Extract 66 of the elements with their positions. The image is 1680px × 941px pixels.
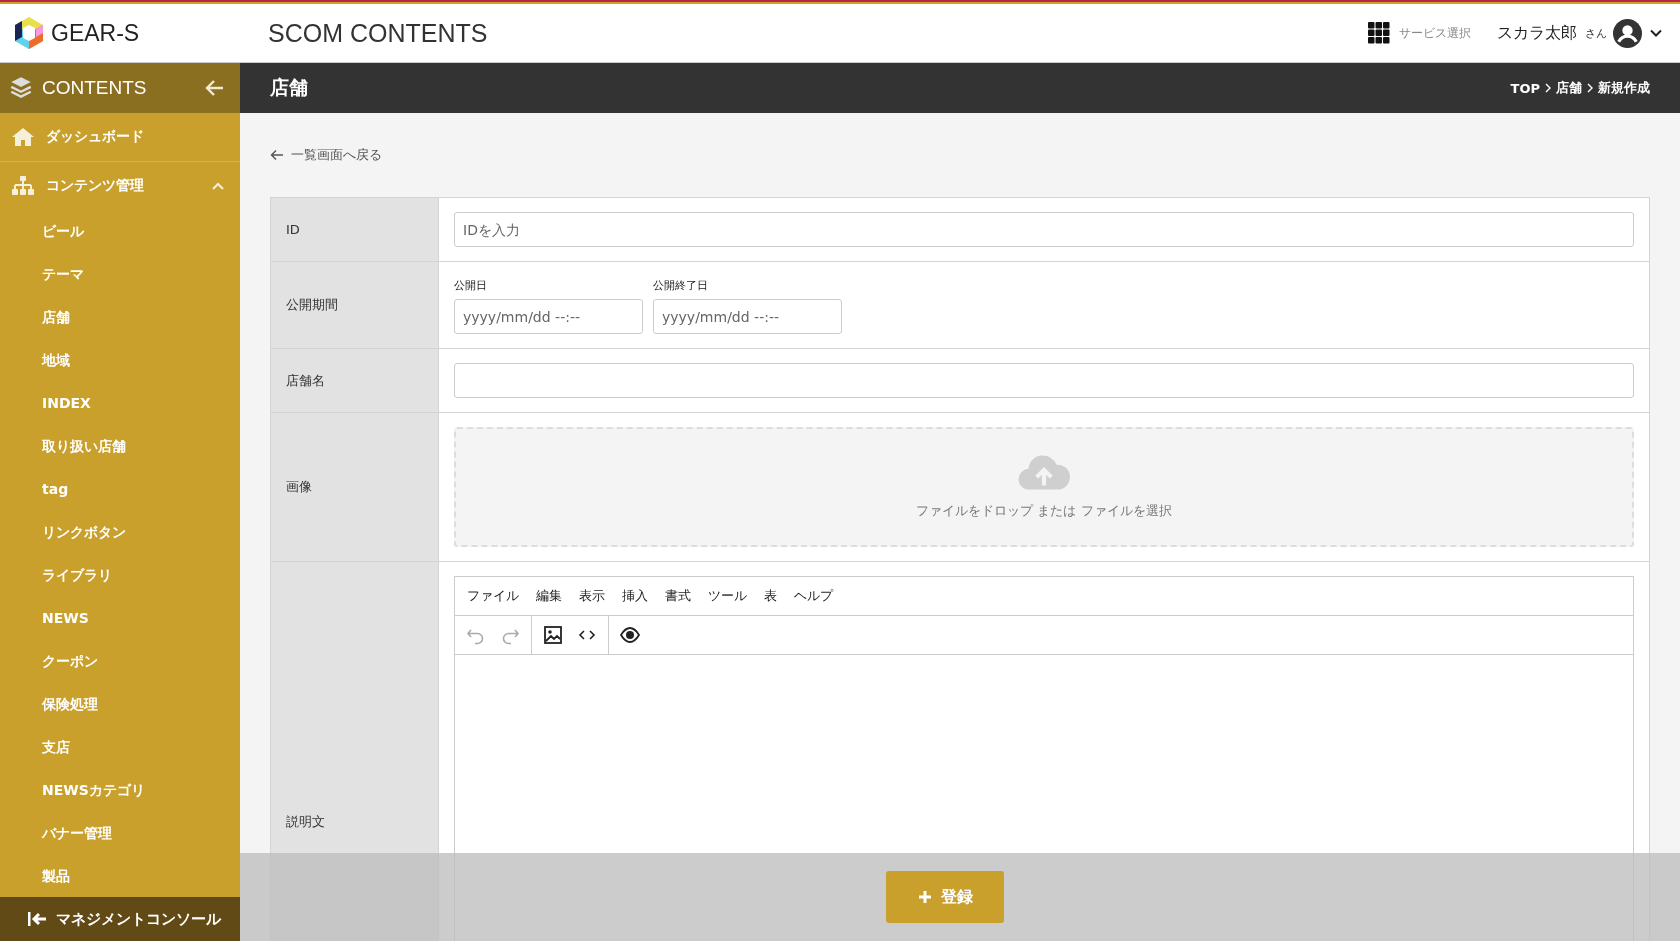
editor-menu-item[interactable]: 表示 (579, 587, 605, 605)
sidebar-subitem[interactable]: ライブラリ (0, 554, 240, 597)
date-field[interactable]: yyyy/mm/dd --:-- (653, 299, 842, 334)
text-field[interactable]: IDを入力 (454, 212, 1634, 247)
page-title: 店舗 (270, 75, 308, 100)
sidebar-subitem[interactable]: NEWSカテゴリ (0, 769, 240, 812)
editor-menu-item[interactable]: ファイル (467, 587, 519, 605)
sidebar-subitem[interactable]: 地域 (0, 339, 240, 382)
sidebar-subitem[interactable]: NEWS (0, 597, 240, 640)
sidebar-subitem[interactable]: tag (0, 468, 240, 511)
user-honorific: さん (1585, 25, 1607, 41)
chevron-right-icon (1545, 83, 1551, 93)
cloud-upload-icon (1017, 454, 1071, 492)
sidebar-subitem[interactable]: 製品 (0, 855, 240, 897)
editor-menu-item[interactable]: 挿入 (622, 587, 648, 605)
sidebar-subitem[interactable]: 支店 (0, 726, 240, 769)
sidebar-subitem[interactable]: 店舗 (0, 296, 240, 339)
date-label: 公開終了日 (653, 278, 709, 293)
back-link[interactable]: 一覧画面へ戻る (291, 146, 382, 164)
sidebar-subitem[interactable]: 取り扱い店舗 (0, 425, 240, 468)
layers-icon (8, 75, 34, 101)
home-icon (11, 127, 35, 147)
text-field[interactable] (454, 363, 1634, 398)
register-button[interactable]: 登録 (886, 871, 1004, 923)
sidebar-title: CONTENTS (42, 77, 147, 99)
chevron-right-icon (1587, 83, 1593, 93)
grid-icon[interactable] (1367, 22, 1391, 44)
plus-icon (917, 890, 932, 904)
editor-menu-item[interactable]: 書式 (665, 587, 691, 605)
sidebar-subitem[interactable]: クーポン (0, 640, 240, 683)
service-select-link[interactable]: サービス選択 (1399, 24, 1471, 42)
file-drop-zone[interactable]: ファイルをドロップ または ファイルを選択 (454, 427, 1634, 547)
sidebar-subitem[interactable]: テーマ (0, 253, 240, 296)
user-name: スカラ太郎 (1497, 22, 1577, 44)
field-label-cell: 店舗名 (271, 349, 439, 412)
eye-icon (620, 625, 640, 645)
exit-icon (28, 911, 46, 927)
editor-menu-item[interactable]: 編集 (536, 587, 562, 605)
sidebar-subitem[interactable]: バナー管理 (0, 812, 240, 855)
caret-icon[interactable] (1650, 29, 1662, 37)
breadcrumb-current: 新規作成 (1598, 79, 1650, 97)
logo-text: GEAR-S (51, 19, 140, 47)
editor-menu-item[interactable]: ツール (708, 587, 747, 605)
date-field[interactable]: yyyy/mm/dd --:-- (454, 299, 643, 334)
management-console-link[interactable]: マネジメントコンソール (0, 897, 240, 941)
field-label-cell: ID (271, 198, 439, 261)
sidebar-item[interactable]: コンテンツ管理 (0, 162, 240, 210)
breadcrumb-link[interactable]: TOP (1510, 80, 1540, 96)
editor-menu-item[interactable]: 表 (764, 587, 777, 605)
sidebar-subitem[interactable]: 保険処理 (0, 683, 240, 726)
logo-icon (13, 16, 45, 50)
sitemap-icon (11, 176, 35, 196)
field-label-cell: 画像 (271, 413, 439, 561)
field-label-cell: 公開期間 (271, 262, 439, 348)
sidebar-subitem[interactable]: ビール (0, 210, 240, 253)
image-icon (543, 625, 563, 645)
app-title: SCOM CONTENTS (268, 18, 488, 48)
avatar-icon[interactable] (1613, 18, 1642, 48)
sidebar-subitem[interactable]: リンクボタン (0, 511, 240, 554)
date-label: 公開日 (454, 278, 488, 293)
editor-menu-item[interactable]: ヘルプ (794, 587, 833, 605)
drop-hint: ファイルをドロップ または ファイルを選択 (916, 502, 1172, 520)
sidebar-subitem[interactable]: INDEX (0, 382, 240, 425)
back-arrow-icon[interactable] (270, 149, 284, 161)
sidebar-item[interactable]: ダッシュボード (0, 113, 240, 162)
breadcrumb-link[interactable]: 店舗 (1556, 79, 1582, 97)
